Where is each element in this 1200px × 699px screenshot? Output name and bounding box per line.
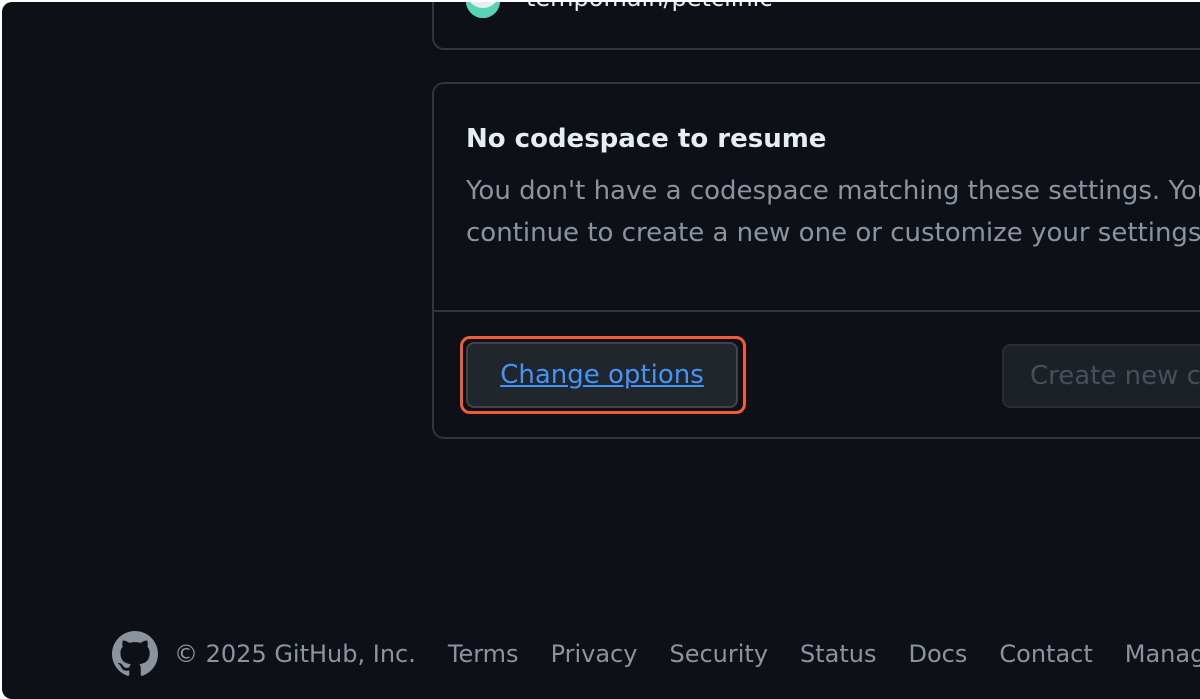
repository-card[interactable]: tempomain/petclinic: [432, 2, 1200, 50]
card-description: You don't have a codespace matching thes…: [466, 170, 1200, 254]
description-line: continue to create a new one or customiz…: [466, 218, 1200, 248]
card-title: No codespace to resume: [466, 124, 827, 154]
footer-link-contact[interactable]: Contact: [999, 640, 1092, 668]
footer-link-security[interactable]: Security: [669, 640, 768, 668]
footer-link-docs[interactable]: Docs: [909, 640, 968, 668]
repo-avatar: [466, 2, 500, 18]
github-logo-icon[interactable]: [112, 631, 158, 677]
footer: © 2025 GitHub, Inc. Terms Privacy Securi…: [112, 630, 1200, 678]
page-frame: tempomain/petclinic No codespace to resu…: [2, 2, 1200, 699]
footer-copyright: © 2025 GitHub, Inc.: [174, 640, 416, 668]
footer-link-status[interactable]: Status: [800, 640, 876, 668]
card-divider: [434, 310, 1200, 312]
repo-name: tempomain/petclinic: [526, 2, 773, 12]
footer-link-privacy[interactable]: Privacy: [551, 640, 638, 668]
no-codespace-card: No codespace to resume You don't have a …: [432, 82, 1200, 439]
footer-link-manage-cookies[interactable]: Manage cool: [1125, 640, 1200, 668]
description-line: You don't have a codespace matching thes…: [466, 176, 1200, 206]
change-options-button[interactable]: Change options: [466, 342, 738, 408]
create-new-codespace-button[interactable]: Create new co: [1002, 344, 1200, 408]
footer-link-terms[interactable]: Terms: [448, 640, 519, 668]
